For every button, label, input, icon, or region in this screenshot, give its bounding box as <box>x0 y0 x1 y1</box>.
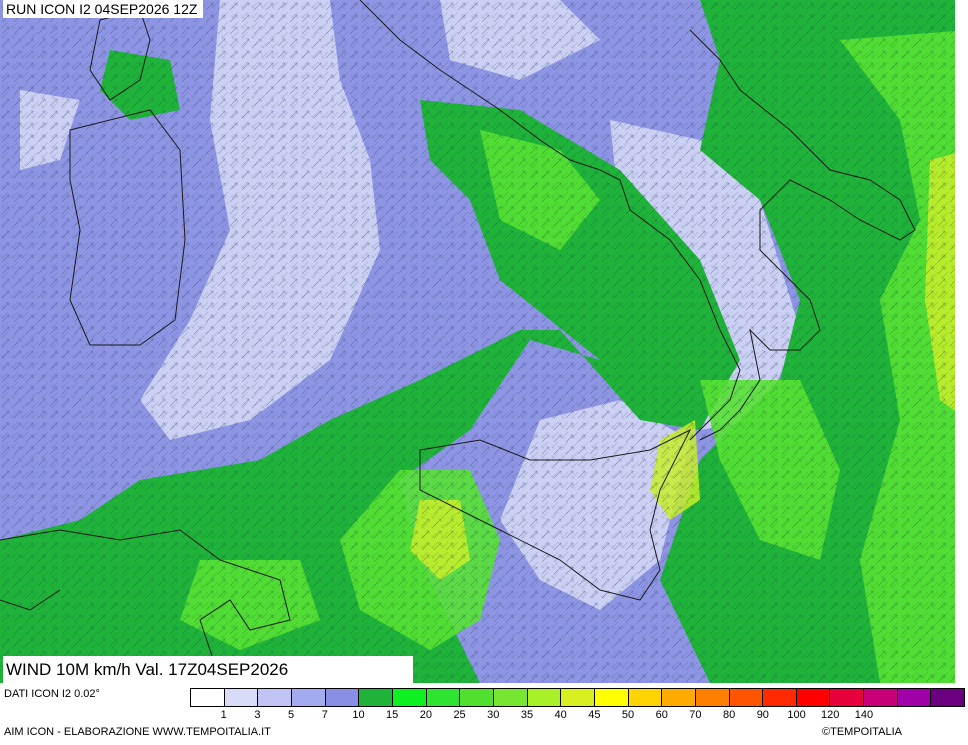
color-scale-swatch <box>594 689 629 706</box>
color-scale-swatch <box>897 689 932 706</box>
color-scale-swatch <box>830 689 865 706</box>
color-scale-swatch <box>527 689 562 706</box>
color-scale-swatch <box>258 689 292 706</box>
color-scale-tick: 35 <box>520 709 534 721</box>
color-scale-tick: 45 <box>588 709 601 721</box>
color-scale-swatch <box>628 689 663 706</box>
color-scale-swatch <box>561 689 595 706</box>
color-scale-swatch <box>359 689 393 706</box>
color-scale-tick: 70 <box>689 709 702 721</box>
wind-map <box>0 0 968 683</box>
color-scale-tick: 90 <box>756 709 769 721</box>
color-scale-tick: 30 <box>487 709 500 721</box>
color-scale-swatch <box>291 689 326 706</box>
color-scale-tick: 3 <box>254 709 261 721</box>
color-scale-swatch <box>796 689 831 706</box>
color-scale-tick: 20 <box>419 709 432 721</box>
run-label: RUN ICON I2 04SEP2026 12Z <box>3 0 204 18</box>
color-scale-tick: 25 <box>453 709 466 721</box>
color-scale-bar <box>190 688 965 707</box>
color-scale-swatch <box>460 689 494 706</box>
color-scale-tick: 100 <box>787 709 806 721</box>
color-scale-swatch <box>864 689 898 706</box>
color-scale-swatch <box>662 689 696 706</box>
color-scale-swatch <box>763 689 797 706</box>
color-scale-tick: 60 <box>655 709 668 721</box>
copyright-label: ©TEMPOITALIA <box>822 726 903 738</box>
color-scale-swatch <box>224 689 259 706</box>
color-scale-tick: 80 <box>723 709 736 721</box>
color-scale-swatch <box>325 689 360 706</box>
color-scale-swatch <box>493 689 528 706</box>
color-scale-tick: 50 <box>621 709 635 721</box>
data-source-label: DATI ICON I2 0.02° <box>4 688 100 700</box>
color-scale-swatch <box>426 689 461 706</box>
color-scale-swatch <box>931 689 965 706</box>
color-scale-tick: 40 <box>554 709 567 721</box>
chart-title: WIND 10M km/h Val. 17Z04SEP2026 <box>3 656 413 683</box>
color-scale-swatch <box>729 689 764 706</box>
color-scale-tick: 140 <box>854 709 874 721</box>
color-scale-tick: 10 <box>352 709 365 721</box>
color-scale-tick: 1 <box>220 709 227 721</box>
color-scale-tick: 120 <box>821 709 840 721</box>
color-scale-swatch <box>695 689 730 706</box>
color-scale-tick: 7 <box>321 709 328 721</box>
color-scale-tick: 5 <box>288 709 295 721</box>
color-scale-tick: 15 <box>386 709 399 721</box>
color-scale-swatch <box>191 689 225 706</box>
map-frame-right <box>955 0 968 683</box>
elaboration-credit: AIM ICON - ELABORAZIONE WWW.TEMPOITALIA.… <box>4 726 271 738</box>
color-scale-ticks: 1 3 5 7 10 15 20 25 30 35 40 45 50 60 70 80 90 100 120 140 <box>190 708 965 722</box>
color-scale-swatch <box>392 689 427 706</box>
